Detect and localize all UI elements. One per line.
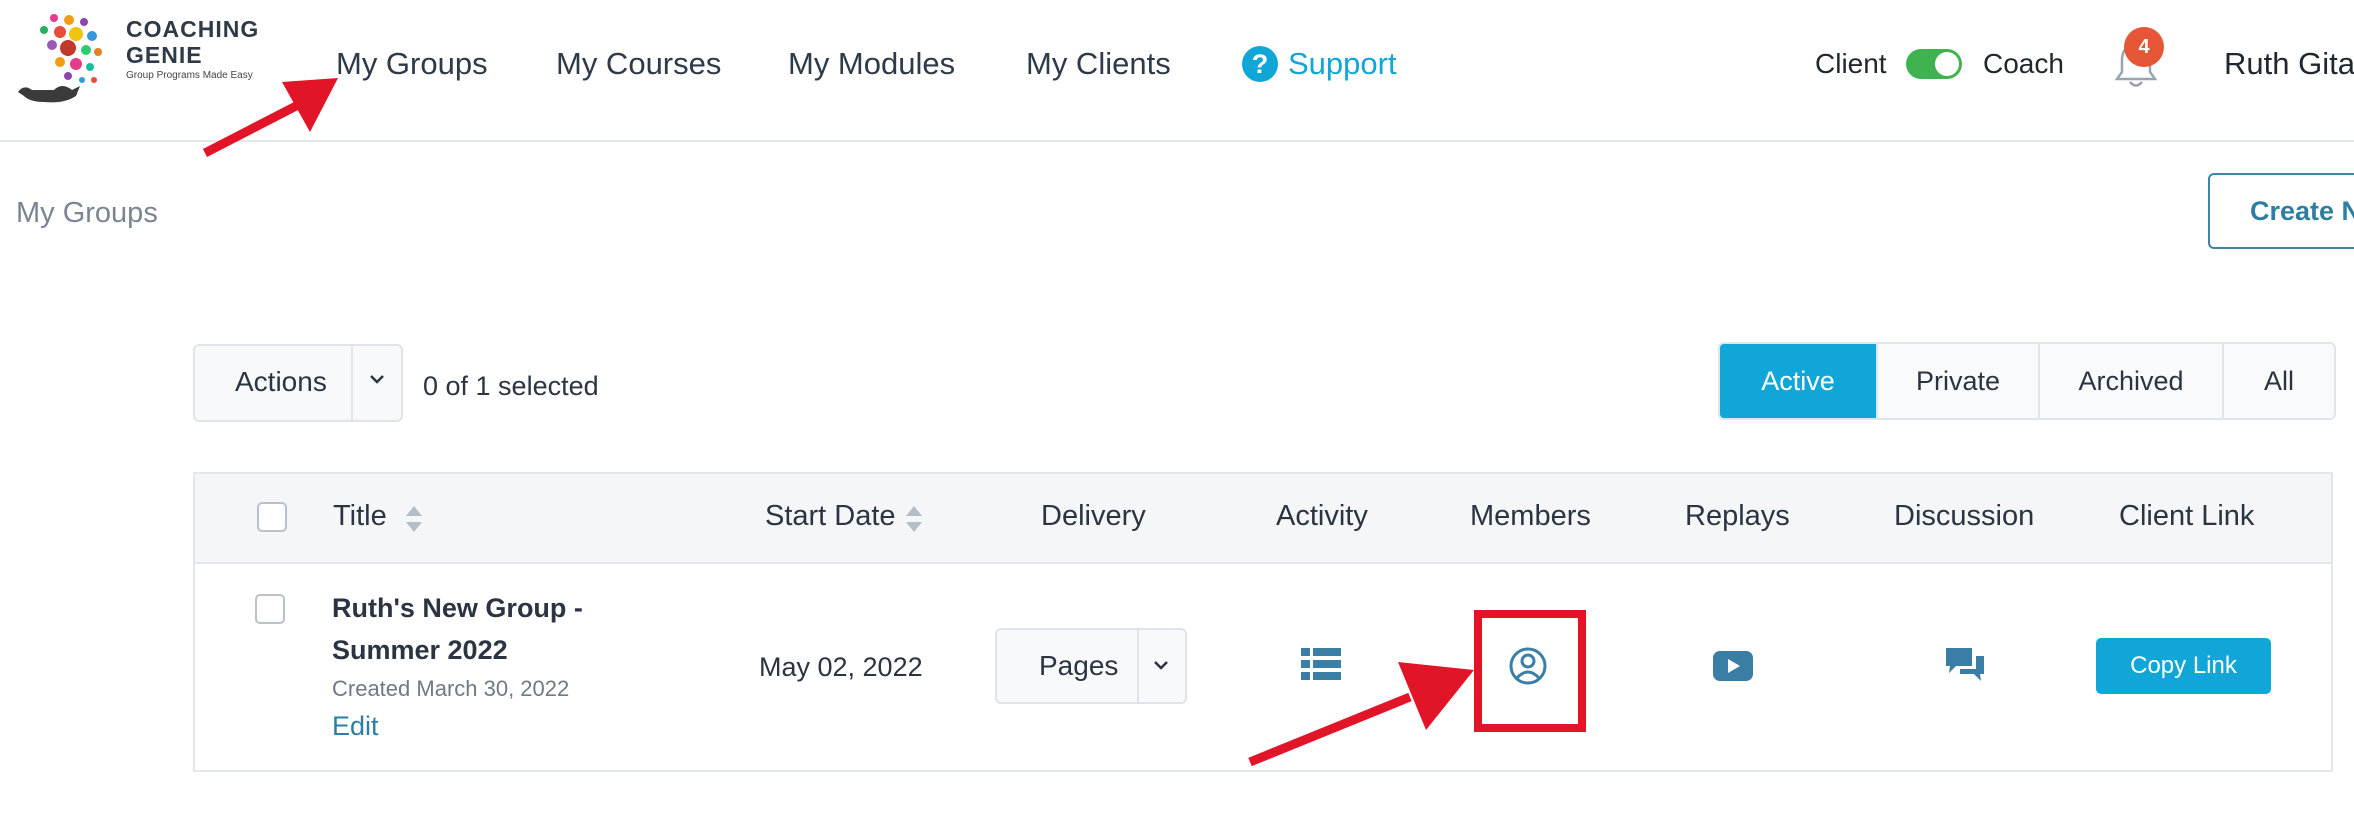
- arrow-to-my-groups: [202, 78, 338, 157]
- arrow-to-members: [1248, 662, 1474, 767]
- members-highlight-box: [1474, 610, 1586, 732]
- annotation-overlay: [202, 78, 1474, 767]
